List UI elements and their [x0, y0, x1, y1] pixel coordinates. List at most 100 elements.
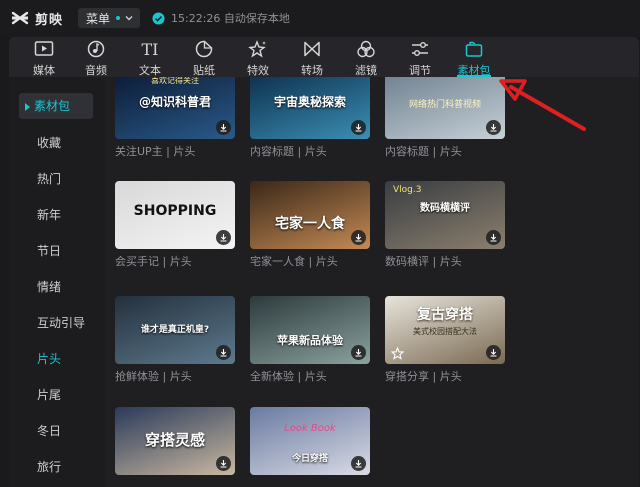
sidebar-item-travel[interactable]: 旅行 [19, 454, 93, 480]
template-card[interactable]: 宇宙奥秘探索 内容标题 | 片头 [250, 77, 370, 159]
app-name: 剪映 [35, 12, 64, 28]
template-thumbnail[interactable]: 宇宙奥秘探索 [250, 77, 370, 139]
thumbnail-title: 穿搭灵感 [144, 431, 205, 449]
template-thumbnail[interactable]: 穿搭灵感 [115, 407, 235, 475]
capcut-logo-icon [11, 11, 29, 25]
download-button[interactable] [351, 456, 366, 471]
sidebar-item-label: 旅行 [37, 460, 62, 474]
template-card[interactable]: Look Book 今日穿搭 [250, 407, 370, 479]
sidebar-item-label: 素材包 [34, 99, 71, 113]
thumbnail-subtitle: 喜欢记得关注 [151, 77, 199, 85]
download-button[interactable] [216, 120, 231, 135]
download-icon [220, 349, 227, 357]
sidebar-item-label: 片头 [37, 352, 62, 366]
star-icon[interactable] [391, 347, 404, 360]
tool-label: 音频 [85, 64, 107, 77]
download-button[interactable] [216, 456, 231, 471]
tool-audio[interactable]: 音频 [71, 37, 121, 77]
template-label: 抢鲜体验 | 片头 [115, 370, 192, 383]
template-thumbnail[interactable]: 宅家一人食 [250, 181, 370, 249]
template-thumbnail[interactable]: 网络热门科普视频 [385, 77, 505, 139]
template-thumbnail[interactable]: SHOPPING [115, 181, 235, 249]
sidebar-item-favorites[interactable]: 收藏 [19, 130, 93, 156]
menu-button[interactable]: 菜单 [78, 8, 141, 28]
app-logo: 剪映 [10, 8, 63, 28]
tool-label: 调节 [409, 64, 431, 77]
tool-label: 特效 [247, 64, 269, 77]
thumbnail-title: SHOPPING [133, 203, 217, 219]
template-thumbnail[interactable]: Look Book 今日穿搭 [250, 407, 370, 475]
download-icon [355, 349, 362, 357]
tool-label: 文本 [139, 64, 161, 77]
audio-icon [87, 40, 105, 58]
template-card[interactable]: 苹果新品体验 全新体验 | 片头 [250, 296, 370, 384]
template-thumbnail[interactable]: Vlog.3 数码横横评 [385, 181, 505, 249]
download-button[interactable] [486, 345, 501, 360]
tool-transition[interactable]: 转场 [287, 37, 337, 77]
template-card[interactable]: 穿搭灵感 [115, 407, 235, 479]
tool-label: 素材包 [457, 64, 491, 77]
thumbnail-title: 谁才是真正机皇? [140, 325, 210, 335]
template-label: 关注UP主 | 片头 [115, 145, 196, 158]
sidebar-item-label: 节日 [37, 244, 62, 258]
top-bar: 剪映 菜单 15:22:26 自动保存本地 [0, 0, 640, 36]
sidebar-item-label: 新年 [37, 208, 62, 222]
sidebar-item-intro[interactable]: 片头 [19, 346, 93, 372]
template-label: 数码横评 | 片头 [385, 255, 462, 268]
tool-text[interactable]: TI 文本 [125, 37, 175, 77]
download-icon [220, 234, 227, 242]
download-button[interactable] [351, 120, 366, 135]
menu-notification-dot [116, 16, 121, 20]
thumbnail-subtitle: Vlog.3 [393, 185, 422, 195]
tool-material-pack[interactable]: 素材包 [449, 37, 499, 77]
download-button[interactable] [351, 345, 366, 360]
sidebar-item-hot[interactable]: 热门 [19, 166, 93, 192]
template-card[interactable]: SHOPPING 会买手记 | 片头 [115, 181, 235, 269]
thumbnail-title: 苹果新品体验 [277, 334, 343, 347]
tool-media[interactable]: 媒体 [19, 37, 69, 77]
template-thumbnail[interactable]: 谁才是真正机皇? [115, 296, 235, 364]
sidebar-item-label: 互动引导 [37, 316, 86, 330]
template-label: 内容标题 | 片头 [385, 145, 462, 158]
tool-adjust[interactable]: 调节 [395, 37, 445, 77]
download-button[interactable] [216, 345, 231, 360]
download-icon [490, 234, 497, 242]
filter-icon [357, 40, 375, 58]
tool-filter[interactable]: 滤镜 [341, 37, 391, 77]
template-card[interactable]: 复古穿搭 美式校园搭配大法 穿搭分享 | 片头 [385, 296, 505, 384]
template-thumbnail[interactable]: 复古穿搭 美式校园搭配大法 [385, 296, 505, 364]
sidebar-item-new-year[interactable]: 新年 [19, 202, 93, 228]
template-card[interactable]: 谁才是真正机皇? 抢鲜体验 | 片头 [115, 296, 235, 384]
download-icon [355, 124, 362, 132]
download-button[interactable] [486, 230, 501, 245]
sidebar-item-label: 冬日 [37, 424, 62, 438]
autosave-text: 15:22:26 自动保存本地 [171, 12, 290, 25]
template-thumbnail[interactable]: 喜欢记得关注 @知识科普君 [115, 77, 235, 139]
sidebar-item-festival[interactable]: 节日 [19, 238, 93, 264]
sidebar-item-outro[interactable]: 片尾 [19, 382, 93, 408]
tool-label: 媒体 [33, 64, 55, 77]
thumbnail-subtitle: Look Book [284, 423, 336, 434]
sidebar-item-interaction[interactable]: 互动引导 [19, 310, 93, 336]
sidebar-item-material-pack[interactable]: 素材包 [19, 93, 93, 119]
thumbnail-title: @知识科普君 [138, 95, 211, 109]
template-label: 全新体验 | 片头 [250, 370, 327, 383]
template-card[interactable]: 网络热门科普视频 内容标题 | 片头 [385, 77, 505, 159]
chevron-down-icon [125, 16, 133, 21]
tool-sticker[interactable]: 贴纸 [179, 37, 229, 77]
download-button[interactable] [351, 230, 366, 245]
sidebar-item-emotion[interactable]: 情绪 [19, 274, 93, 300]
material-panel: 媒体 音频 TI 文本 贴纸 特效 转场 滤镜 调节 素材包 素材包 收藏 热门… [9, 37, 639, 487]
download-icon [355, 460, 362, 468]
download-button[interactable] [486, 120, 501, 135]
template-card[interactable]: 喜欢记得关注 @知识科普君 关注UP主 | 片头 [115, 77, 235, 159]
download-button[interactable] [216, 230, 231, 245]
template-card[interactable]: Vlog.3 数码横横评 数码横评 | 片头 [385, 181, 505, 269]
template-thumbnail[interactable]: 苹果新品体验 [250, 296, 370, 364]
sidebar-item-winter[interactable]: 冬日 [19, 418, 93, 444]
effects-icon [248, 40, 266, 58]
thumbnail-subtitle: 网络热门科普视频 [408, 100, 481, 110]
sidebar-item-label: 情绪 [37, 280, 62, 294]
template-card[interactable]: 宅家一人食 宅家一人食 | 片头 [250, 181, 370, 269]
tool-effects[interactable]: 特效 [233, 37, 283, 77]
